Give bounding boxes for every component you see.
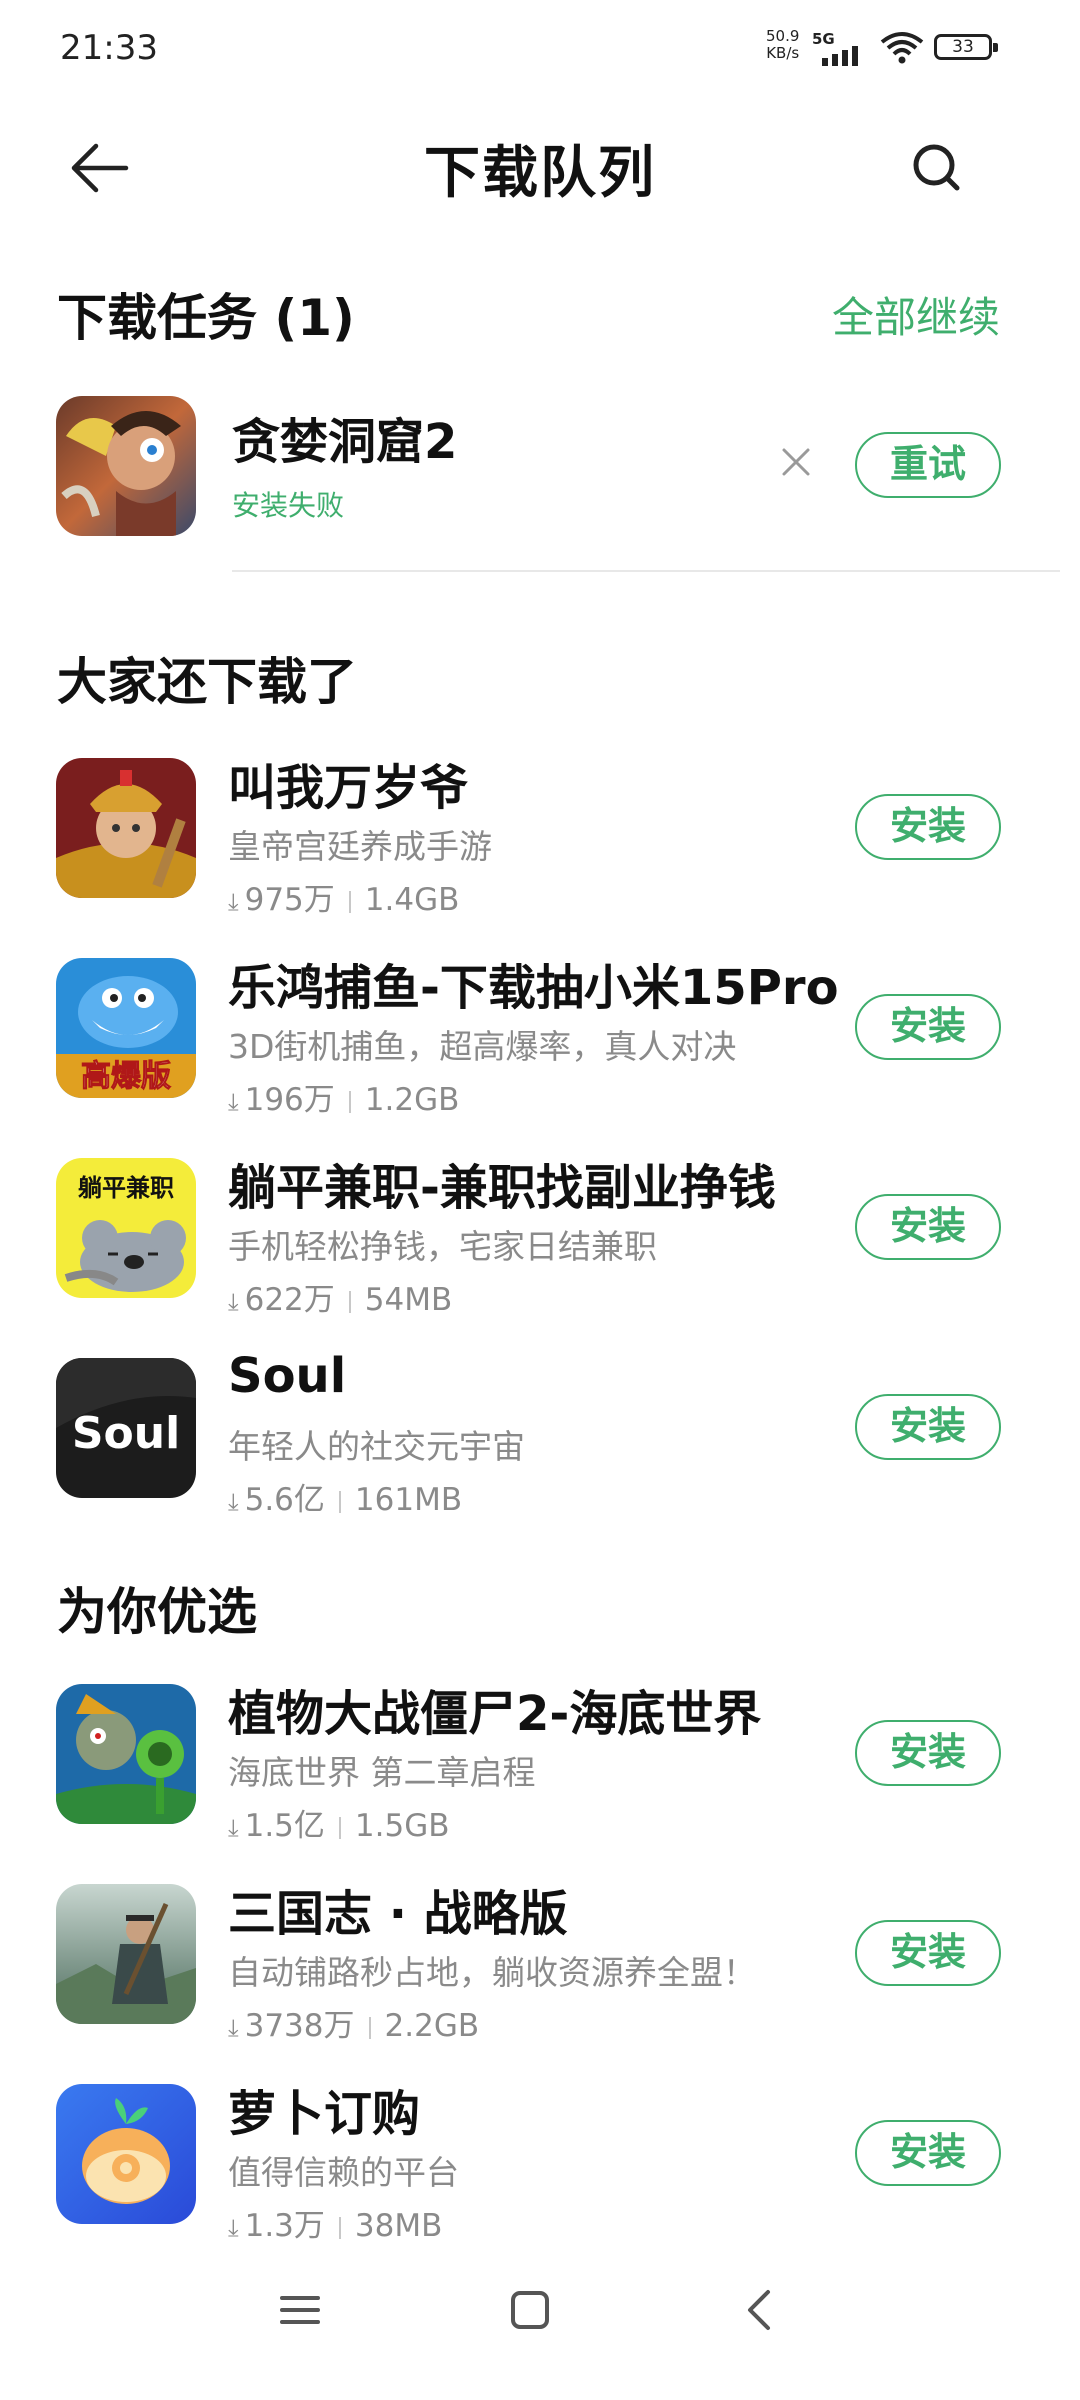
install-button[interactable]: 安装	[855, 2120, 1001, 2186]
app-header: 下载队列	[0, 110, 1080, 220]
list-item[interactable]: 叫我万岁爷 皇帝宫廷养成手游 ⤓ 975万 1.4GB 安装	[0, 754, 1080, 918]
list-item[interactable]: Soul Soul 年轻人的社交元宇宙 ⤓ 5.6亿 161MB 安装	[0, 1348, 1080, 1518]
back-icon	[748, 2290, 770, 2330]
app-desc: 海底世界 第二章启程	[228, 1753, 536, 1792]
download-count: 622万	[244, 1282, 335, 1318]
separator	[348, 1290, 351, 1313]
separator	[348, 890, 351, 913]
install-button[interactable]: 安装	[855, 1394, 1001, 1460]
app-icon-soul: Soul	[56, 1358, 196, 1498]
retry-button[interactable]: 重试	[855, 432, 1001, 498]
install-button[interactable]: 安装	[855, 794, 1001, 860]
download-count: 196万	[244, 1082, 335, 1118]
app-icon-pvz2	[56, 1684, 196, 1824]
install-status: 安装失败	[232, 489, 345, 522]
search-icon	[913, 144, 960, 191]
app-icon-tangping: 躺平兼职	[56, 1158, 196, 1298]
app-size: 1.5GB	[354, 1808, 450, 1844]
app-meta: ⤓ 975万 1.4GB	[228, 874, 459, 919]
icon-caption: 躺平兼职	[78, 1174, 174, 1202]
separator	[338, 1490, 341, 1513]
list-item[interactable]: 萝卜订购 值得信赖的平台 ⤓ 1.3万 38MB 安装	[0, 2080, 1080, 2244]
wifi-icon	[880, 32, 924, 64]
network-speed: 50.9 KB/s	[766, 28, 799, 62]
app-desc: 年轻人的社交元宇宙	[228, 1427, 525, 1466]
signal-icon	[822, 46, 858, 66]
app-name: 叫我万岁爷	[228, 760, 469, 816]
menu-icon	[280, 2296, 320, 2324]
separator	[338, 1816, 341, 1839]
app-name: 躺平兼职-兼职找副业挣钱	[228, 1160, 776, 1216]
app-icon-greedy-cave	[56, 396, 196, 536]
install-button[interactable]: 安装	[855, 1720, 1001, 1786]
app-icon-fishing: 高爆版	[56, 958, 196, 1098]
also-downloaded-title: 大家还下载了	[57, 653, 357, 711]
recents-button[interactable]	[270, 2280, 330, 2340]
download-count: 975万	[244, 882, 335, 918]
separator	[368, 2016, 371, 2039]
app-size: 2.2GB	[384, 2008, 480, 2044]
download-icon: ⤓	[228, 888, 239, 916]
remove-task-button[interactable]	[776, 442, 816, 482]
app-name: Soul	[228, 1348, 347, 1404]
app-desc: 皇帝宫廷养成手游	[228, 827, 492, 866]
app-meta: ⤓ 196万 1.2GB	[228, 1074, 459, 1119]
download-count: 1.5亿	[244, 1808, 325, 1844]
app-meta: ⤓ 3738万 2.2GB	[228, 2000, 479, 2045]
search-button[interactable]	[900, 132, 972, 204]
install-button[interactable]: 安装	[855, 994, 1001, 1060]
download-tasks-title: 下载任务 (1)	[57, 289, 355, 347]
divider	[232, 570, 1060, 572]
recommended-title: 为你优选	[57, 1583, 257, 1641]
app-desc: 自动铺路秒占地，躺收资源养全盟！	[228, 1953, 756, 1992]
app-meta: ⤓ 1.5亿 1.5GB	[228, 1800, 450, 1845]
network-speed-value: 50.9	[766, 27, 800, 45]
app-meta: ⤓ 622万 54MB	[228, 1274, 452, 1319]
close-icon	[782, 448, 810, 476]
install-button[interactable]: 安装	[855, 1194, 1001, 1260]
app-icon-three-kingdoms	[56, 1884, 196, 2024]
download-icon: ⤓	[228, 2014, 239, 2042]
app-meta: ⤓ 5.6亿 161MB	[228, 1474, 462, 1519]
icon-caption: Soul	[72, 1408, 180, 1459]
home-icon	[511, 2291, 549, 2329]
app-name: 植物大战僵尸2-海底世界	[228, 1686, 762, 1742]
icon-caption: 高爆版	[81, 1059, 171, 1094]
install-button[interactable]: 安装	[855, 1920, 1001, 1986]
list-item[interactable]: 高爆版 乐鸿捕鱼-下载抽小米15Pro 3D街机捕鱼，超高爆率，真人对决 ⤓ 19…	[0, 954, 1080, 1118]
app-name: 三国志 · 战略版	[228, 1886, 568, 1942]
download-count: 3738万	[244, 2008, 355, 2044]
download-icon: ⤓	[228, 1088, 239, 1116]
list-item[interactable]: 躺平兼职 躺平兼职-兼职找副业挣钱 手机轻松挣钱，宅家日结兼职 ⤓ 622万 54M…	[0, 1154, 1080, 1318]
resume-all-button[interactable]: 全部继续	[832, 284, 1000, 345]
download-icon: ⤓	[228, 1488, 239, 1516]
network-speed-unit: KB/s	[766, 44, 800, 62]
home-button[interactable]	[500, 2280, 560, 2340]
nav-back-button[interactable]	[730, 2280, 790, 2340]
list-item[interactable]: 三国志 · 战略版 自动铺路秒占地，躺收资源养全盟！ ⤓ 3738万 2.2GB 安…	[0, 1880, 1080, 2044]
list-item[interactable]: 植物大战僵尸2-海底世界 海底世界 第二章启程 ⤓ 1.5亿 1.5GB 安装	[0, 1680, 1080, 1844]
download-task-item[interactable]: 贪婪洞窟2 安装失败 重试	[0, 392, 1080, 542]
download-icon: ⤓	[228, 1288, 239, 1316]
download-count: 5.6亿	[244, 1482, 325, 1518]
app-desc: 3D街机捕鱼，超高爆率，真人对决	[228, 1027, 737, 1066]
app-size: 54MB	[364, 1282, 453, 1318]
separator	[348, 1090, 351, 1113]
system-nav-bar	[0, 2220, 1080, 2400]
app-size: 161MB	[354, 1482, 463, 1518]
app-name: 萝卜订购	[228, 2086, 421, 2142]
status-time: 21:33	[60, 28, 158, 68]
battery-icon: 33	[934, 34, 998, 60]
app-name: 贪婪洞窟2	[232, 414, 458, 470]
download-icon: ⤓	[228, 1814, 239, 1842]
status-bar: 21:33 50.9 KB/s 5G 33	[0, 0, 1080, 96]
app-size: 1.2GB	[364, 1082, 460, 1118]
app-desc: 手机轻松挣钱，宅家日结兼职	[228, 1227, 657, 1266]
app-icon-luobo	[56, 2084, 196, 2224]
app-icon-emperor	[56, 758, 196, 898]
app-name: 乐鸿捕鱼-下载抽小米15Pro	[228, 960, 839, 1016]
app-desc: 值得信赖的平台	[228, 2153, 459, 2192]
app-size: 1.4GB	[364, 882, 460, 918]
